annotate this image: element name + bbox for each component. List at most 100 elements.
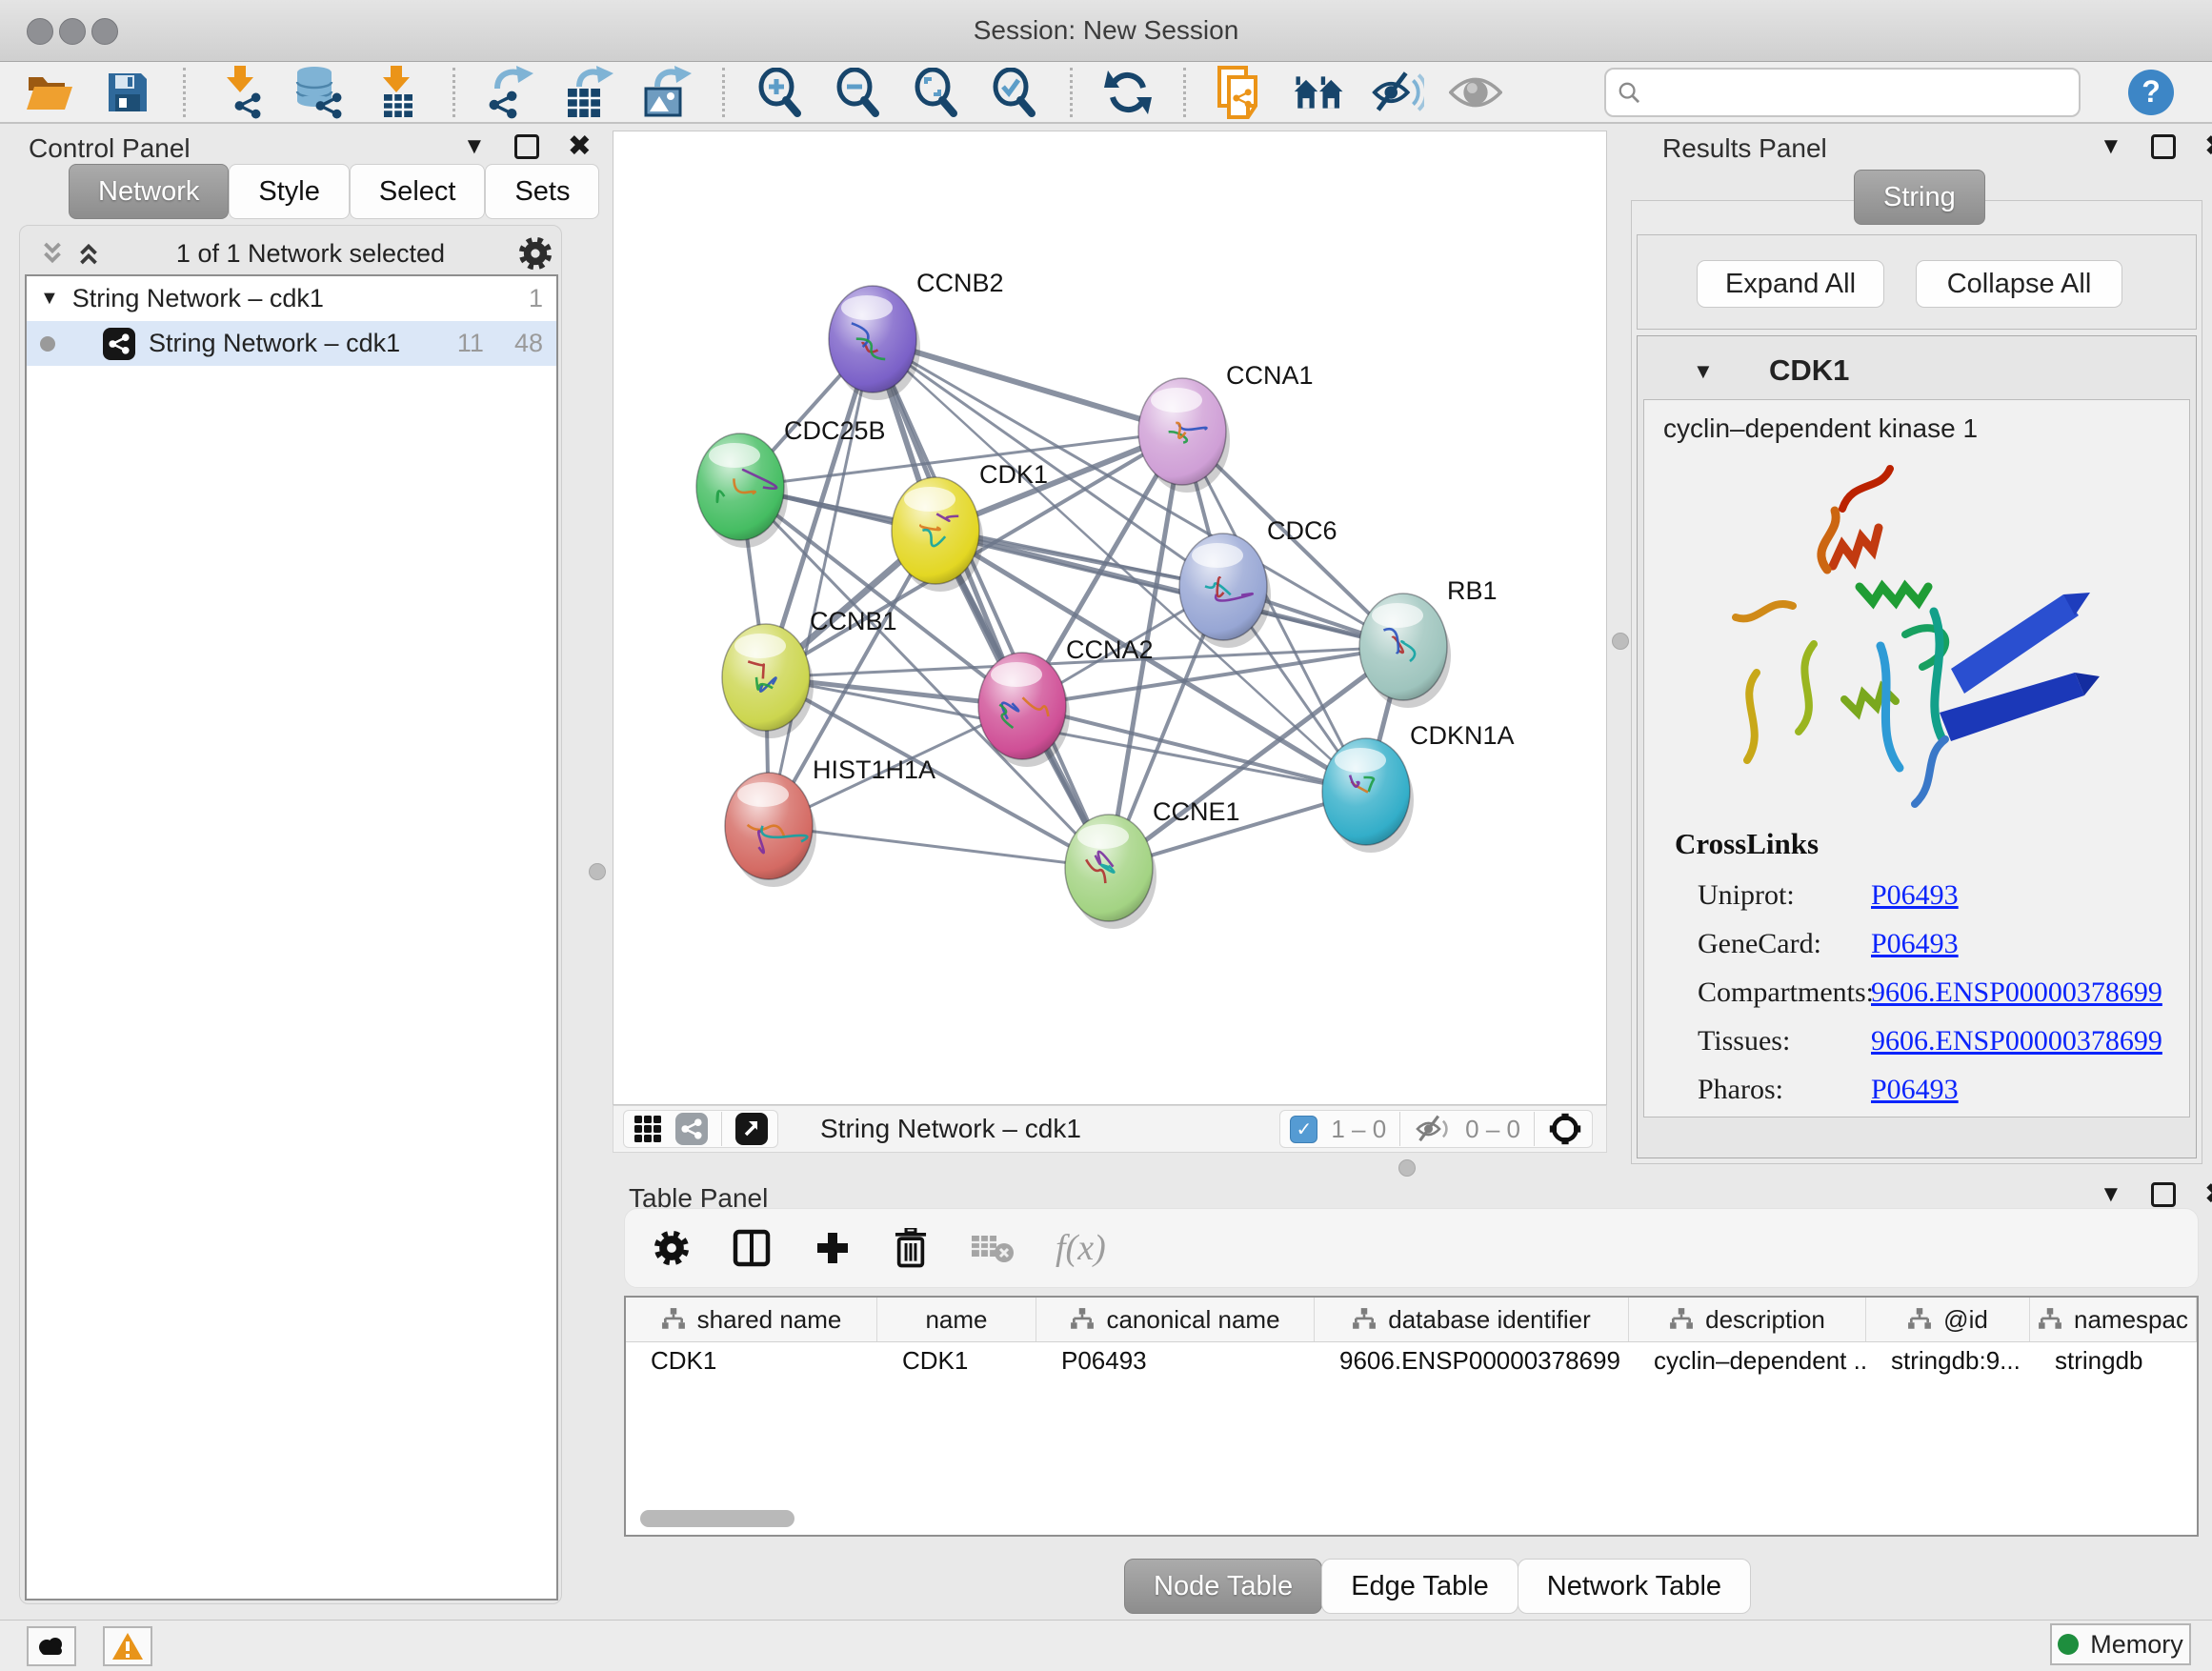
houses-button[interactable] — [1293, 66, 1346, 119]
warning-icon — [111, 1632, 144, 1661]
import-table-button[interactable] — [371, 66, 424, 119]
collapse-all-button[interactable]: Collapse All — [1916, 260, 2122, 308]
network-edge[interactable] — [769, 339, 873, 826]
hide-selected-button[interactable] — [1371, 66, 1424, 119]
help-button[interactable]: ? — [2128, 70, 2174, 115]
network-edge[interactable] — [769, 826, 1109, 868]
crosslink-link[interactable]: P06493 — [1871, 879, 1959, 912]
save-session-button[interactable] — [101, 66, 154, 119]
zoom-out-button[interactable] — [832, 66, 885, 119]
table-row[interactable]: CDK1CDK1P064939606.ENSP00000378699cyclin… — [626, 1342, 2197, 1379]
column-header--id[interactable]: @id — [1866, 1298, 2030, 1341]
collapse-all-chevrons-icon[interactable] — [74, 239, 103, 268]
tab-string[interactable]: String — [1854, 170, 1985, 225]
tab-edge-table[interactable]: Edge Table — [1321, 1559, 1518, 1614]
tab-style[interactable]: Style — [229, 164, 349, 219]
expand-all-button[interactable]: Expand All — [1697, 260, 1884, 308]
detach-view-icon[interactable] — [735, 1113, 768, 1145]
refresh-layout-button[interactable] — [1101, 66, 1155, 119]
network-edge[interactable] — [873, 339, 1109, 868]
open-session-button[interactable] — [23, 66, 76, 119]
grid-view-icon[interactable] — [633, 1115, 662, 1143]
network-node-rb1[interactable]: RB1 — [1359, 576, 1498, 708]
table-cell[interactable]: cyclin–dependent ... — [1629, 1346, 1866, 1376]
zoom-selected-button[interactable] — [988, 66, 1041, 119]
collapse-panel-icon[interactable]: ▼ — [463, 133, 486, 160]
network-node-cdc6[interactable]: CDC6 — [1179, 516, 1337, 648]
vertical-splitter-handle[interactable] — [589, 863, 606, 880]
close-panel-icon[interactable]: ✖ — [2204, 1185, 2212, 1204]
column-header-canonical-name[interactable]: canonical name — [1036, 1298, 1315, 1341]
section-collapse-arrow-icon[interactable]: ▼ — [1693, 359, 1714, 384]
column-header-name[interactable]: name — [877, 1298, 1036, 1341]
export-table-icon — [564, 66, 613, 119]
float-panel-icon[interactable] — [2151, 134, 2176, 159]
crosslink-link[interactable]: 9606.ENSP00000378699 — [1871, 976, 2162, 1009]
selected-checkbox-icon[interactable]: ✓ — [1290, 1116, 1317, 1143]
show-all-button[interactable] — [1449, 66, 1502, 119]
expand-all-chevrons-icon[interactable] — [38, 239, 67, 268]
tree-expand-arrow-icon[interactable]: ▼ — [40, 288, 59, 310]
column-header-label: name — [925, 1305, 987, 1335]
table-cell[interactable]: stringdb — [2030, 1346, 2197, 1376]
horizontal-scrollbar-thumb[interactable] — [640, 1510, 794, 1527]
network-canvas[interactable]: CCNB2CCNA1CDC25BCDK1CDC6RB1CCNB1CCNA2CDK… — [613, 131, 1607, 1105]
float-panel-icon[interactable] — [2151, 1182, 2176, 1207]
column-type-icon — [1669, 1307, 1694, 1332]
search-field[interactable] — [1604, 68, 2081, 117]
tab-network[interactable]: Network — [69, 164, 229, 219]
collapse-panel-icon[interactable]: ▼ — [2100, 133, 2122, 160]
cloud-status-button[interactable] — [27, 1626, 76, 1666]
birdseye-crosshair-icon[interactable] — [1548, 1112, 1582, 1146]
table-cell[interactable]: P06493 — [1036, 1346, 1315, 1376]
duplicate-network-button[interactable] — [1215, 66, 1268, 119]
network-options-gear-icon[interactable] — [518, 236, 553, 271]
export-image-button[interactable] — [640, 66, 694, 119]
import-network-file-button[interactable] — [214, 66, 268, 119]
network-tree-root-row[interactable]: ▼ String Network – cdk1 1 — [27, 276, 556, 321]
column-header-namespac[interactable]: namespac — [2030, 1298, 2197, 1341]
network-view-share-icon[interactable] — [675, 1113, 708, 1145]
collapse-panel-icon[interactable]: ▼ — [2100, 1181, 2122, 1208]
crosslink-link[interactable]: P06493 — [1871, 1074, 1959, 1106]
tab-select[interactable]: Select — [350, 164, 486, 219]
zoom-fit-button[interactable] — [910, 66, 963, 119]
crosslink-link[interactable]: P06493 — [1871, 928, 1959, 960]
warnings-button[interactable] — [103, 1626, 152, 1666]
split-columns-icon[interactable] — [732, 1228, 772, 1268]
tab-node-table[interactable]: Node Table — [1124, 1559, 1322, 1614]
table-settings-gear-icon[interactable] — [654, 1230, 690, 1266]
table-cell[interactable]: CDK1 — [877, 1346, 1036, 1376]
network-tree-child-row[interactable]: String Network – cdk1 11 48 — [27, 321, 556, 366]
node-table[interactable]: shared name name canonical namedatabase id… — [624, 1296, 2199, 1537]
table-cell[interactable]: 9606.ENSP00000378699 — [1315, 1346, 1629, 1376]
results-controls-box: Expand All Collapse All — [1637, 234, 2197, 330]
horizontal-splitter-handle[interactable] — [1398, 1159, 1416, 1177]
zoom-selected-icon — [990, 68, 1039, 117]
table-cell[interactable]: CDK1 — [626, 1346, 877, 1376]
table-toolbar: f(x) — [624, 1208, 2199, 1288]
add-column-plus-icon[interactable] — [814, 1229, 852, 1267]
crosslink-link[interactable]: 9606.ENSP00000378699 — [1871, 1025, 2162, 1057]
close-panel-icon[interactable]: ✖ — [2204, 137, 2212, 156]
close-panel-icon[interactable]: ✖ — [568, 137, 592, 156]
column-header-shared-name[interactable]: shared name — [626, 1298, 877, 1341]
table-cell[interactable]: stringdb:9... — [1866, 1346, 2030, 1376]
memory-button[interactable]: Memory — [2050, 1623, 2191, 1665]
tab-sets[interactable]: Sets — [485, 164, 599, 219]
network-node-hist1h1a[interactable]: HIST1H1A — [725, 755, 935, 887]
export-network-button[interactable] — [484, 66, 537, 119]
search-input[interactable] — [1650, 76, 2067, 108]
import-network-database-button[interactable] — [292, 66, 346, 119]
float-panel-icon[interactable] — [514, 134, 539, 159]
delete-column-trash-icon[interactable] — [894, 1228, 928, 1268]
column-header-database-identifier[interactable]: database identifier — [1315, 1298, 1629, 1341]
houses-icon — [1293, 69, 1346, 116]
network-node-ccne1[interactable]: CCNE1 — [1065, 797, 1240, 929]
column-header-description[interactable]: description — [1629, 1298, 1866, 1341]
export-table-button[interactable] — [562, 66, 615, 119]
tab-network-table[interactable]: Network Table — [1518, 1559, 1751, 1614]
zoom-in-button[interactable] — [754, 66, 807, 119]
results-splitter-handle[interactable] — [1612, 633, 1629, 650]
network-node-cdkn1a[interactable]: CDKN1A — [1322, 721, 1515, 853]
